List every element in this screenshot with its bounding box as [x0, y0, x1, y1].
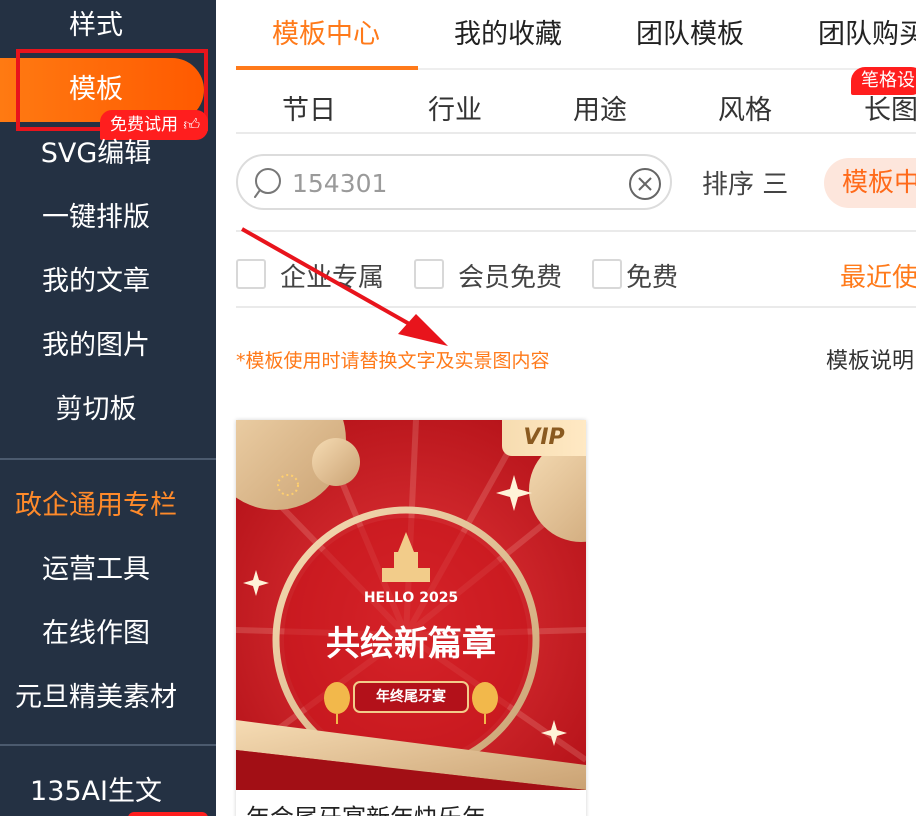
sidebar-item-my-articles[interactable]: 我的文章	[0, 262, 192, 302]
card-hello-text: HELLO 2025	[363, 590, 459, 606]
tab-template-center[interactable]: 模板中心	[272, 12, 380, 51]
sidebar: 样式 模板 免费试用 👍︎ SVG编辑 一键排版 我的文章 我的图片 剪切板 政…	[0, 0, 216, 816]
tab-my-favorites[interactable]: 我的收藏	[454, 12, 562, 51]
sidebar-section-title[interactable]: 政企通用专栏	[0, 486, 192, 526]
free-trial-label: 免费试用	[110, 115, 178, 135]
sidebar-item-my-images[interactable]: 我的图片	[0, 326, 192, 366]
subtab-industry[interactable]: 行业	[428, 88, 482, 127]
divider	[236, 306, 916, 308]
sidebar-item-svg-editor[interactable]: SVG编辑	[0, 134, 192, 174]
clear-icon[interactable]	[628, 167, 662, 201]
filter-member-free-checkbox[interactable]	[414, 259, 444, 289]
ai-badge	[128, 812, 208, 816]
sidebar-divider	[0, 744, 216, 746]
recent-used-link[interactable]: 最近使	[840, 257, 916, 294]
filter-free-checkbox[interactable]	[592, 259, 622, 289]
sidebar-divider	[0, 458, 216, 460]
subtab-holiday[interactable]: 节日	[282, 88, 336, 127]
subtab-style[interactable]: 风格	[718, 88, 772, 127]
search-icon	[254, 168, 281, 198]
subtab-usage[interactable]: 用途	[573, 88, 627, 127]
vip-badge: VIP	[502, 420, 586, 456]
template-help-link[interactable]: 模板说明	[826, 343, 914, 375]
vip-label: VIP	[523, 425, 565, 450]
thumbs-up-icon: 👍︎	[183, 115, 201, 134]
tab-team-purchase[interactable]: 团队购买	[818, 12, 916, 51]
sidebar-item-style[interactable]: 样式	[0, 6, 192, 46]
template-card[interactable]: VIP HELLO 2025 共绘新篇章 年终尾牙宴 年会尾牙宴新年快乐年	[236, 420, 586, 816]
sidebar-item-clipboard[interactable]: 剪切板	[0, 390, 192, 430]
filter-member-free-label: 会员免费	[458, 263, 563, 293]
search-input[interactable]	[292, 164, 612, 202]
sidebar-item-online-drawing[interactable]: 在线作图	[0, 614, 192, 654]
divider	[236, 132, 916, 134]
usage-note: *模板使用时请替换文字及实景图内容	[236, 350, 550, 372]
sidebar-item-one-click-layout[interactable]: 一键排版	[0, 198, 192, 238]
filter-enterprise-label: 企业专属	[280, 263, 385, 293]
sidebar-item-ops-tools[interactable]: 运营工具	[0, 550, 192, 590]
divider	[236, 230, 916, 232]
card-ribbon-text: 年终尾牙宴	[376, 689, 446, 705]
filter-enterprise-checkbox[interactable]	[236, 259, 266, 289]
template-center-pill[interactable]: 模板中	[824, 158, 916, 208]
card-headline: 共绘新篇章	[326, 624, 496, 664]
sort-button[interactable]: 排序 三	[702, 164, 788, 201]
template-title: 年会尾牙宴新年快乐年	[246, 798, 486, 816]
sidebar-item-new-year-assets[interactable]: 元旦精美素材	[0, 678, 192, 718]
hint-badge: 笔格设	[851, 67, 916, 95]
filter-free-label: 免费	[626, 263, 679, 293]
sidebar-item-ai-writing[interactable]: 135AI生文	[0, 772, 192, 812]
search-box	[236, 154, 672, 210]
tab-team-templates[interactable]: 团队模板	[636, 12, 744, 51]
active-tab-indicator	[236, 66, 418, 70]
